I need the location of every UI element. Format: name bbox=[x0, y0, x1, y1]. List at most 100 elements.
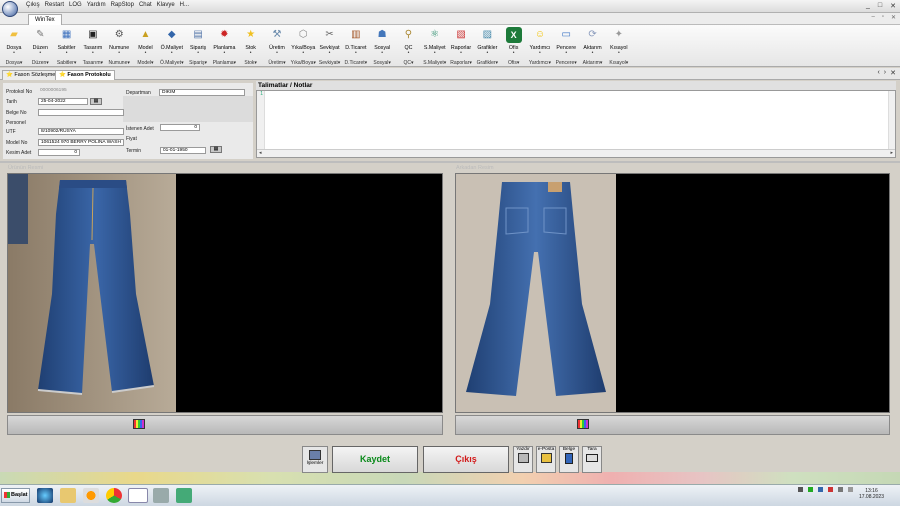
departman-field[interactable]: DİKİM bbox=[159, 89, 245, 96]
ribbon-button-0[interactable]: ▰ Dosya • Dosya▾ bbox=[2, 25, 26, 67]
ribbon-button-20[interactable]: ☺ Yardımcı • Yardımcı▾ bbox=[528, 25, 552, 67]
chrome-icon[interactable] bbox=[106, 488, 122, 503]
wintex-taskbar-icon[interactable] bbox=[128, 488, 148, 503]
clock[interactable]: 13:16 17.08.2023 bbox=[859, 488, 884, 500]
ribbon-button-4[interactable]: ⚙ Numune • Numune▾ bbox=[107, 25, 131, 67]
islemler-button[interactable]: İşlemler bbox=[302, 446, 328, 473]
ribbon-dropdown[interactable]: Sevkiyat▾ bbox=[319, 60, 340, 66]
explorer-icon[interactable] bbox=[60, 488, 76, 503]
ribbon-dropdown[interactable]: Stok▾ bbox=[244, 60, 257, 66]
ribbon-dropdown[interactable]: Yıka/Boya▾ bbox=[291, 60, 316, 66]
print-button[interactable]: Yazdır bbox=[513, 446, 533, 473]
model-no-field[interactable]: 1061524 970 BERRY POLINA WASH bbox=[38, 139, 124, 146]
ribbon-button-11[interactable]: ⬡ Yıka/Boya • Yıka/Boya▾ bbox=[291, 25, 316, 67]
notes-vertical-scrollbar[interactable] bbox=[888, 91, 895, 149]
volume-icon[interactable] bbox=[848, 487, 853, 492]
termin-calendar-icon[interactable]: ▦ bbox=[210, 146, 222, 153]
ribbon-button-13[interactable]: ▥ D.Ticaret • D.Ticaret▾ bbox=[344, 25, 368, 67]
ribbon-button-18[interactable]: ▨ Grafikler • Grafikler▾ bbox=[475, 25, 499, 67]
menu-item-4[interactable]: RapStop bbox=[111, 2, 134, 8]
window-tab-wintex[interactable]: WinTex bbox=[28, 14, 62, 25]
ribbon-dropdown[interactable]: Yardımcı▾ bbox=[529, 60, 551, 66]
ribbon-dropdown[interactable]: Dosya▾ bbox=[6, 60, 23, 66]
ribbon-dropdown[interactable]: Pencere▾ bbox=[556, 60, 577, 66]
utf-field[interactable]: 8/10902/RUSYA bbox=[38, 128, 124, 135]
app-logo-icon[interactable] bbox=[2, 1, 18, 17]
ribbon-button-3[interactable]: ▣ Tasarım • Tasarım▾ bbox=[81, 25, 105, 67]
ribbon-button-12[interactable]: ✂ Sevkiyat • Sevkiyat▾ bbox=[318, 25, 342, 67]
notes-textarea[interactable] bbox=[256, 90, 896, 158]
ribbon-button-15[interactable]: ⚲ QC • QC▾ bbox=[396, 25, 420, 67]
ribbon-dropdown[interactable]: QC▾ bbox=[403, 60, 413, 66]
ribbon-button-9[interactable]: ★ Stok • Stok▾ bbox=[239, 25, 263, 67]
ribbon-dropdown[interactable]: Kısayol▾ bbox=[609, 60, 628, 66]
menu-item-7[interactable]: H... bbox=[180, 2, 189, 8]
menu-item-6[interactable]: Klavye bbox=[157, 2, 175, 8]
ribbon-button-21[interactable]: ▭ Pencere • Pencere▾ bbox=[554, 25, 578, 67]
ribbon-button-14[interactable]: ☗ Sosyal • Sosyal▾ bbox=[370, 25, 394, 67]
belge-no-field[interactable] bbox=[38, 109, 124, 116]
ribbon-button-17[interactable]: ▧ Raporlar • Raporlar▾ bbox=[449, 25, 473, 67]
front-image-tv-icon[interactable] bbox=[133, 419, 145, 429]
ribbon-button-6[interactable]: ◆ Ö.Maliyet • Ö.Maliyet▾ bbox=[160, 25, 184, 67]
ribbon-button-16[interactable]: ⚛ S.Maliyet • S.Maliyet▾ bbox=[423, 25, 447, 67]
ribbon-dropdown[interactable]: Grafikler▾ bbox=[477, 60, 498, 66]
ribbon-dropdown[interactable]: Tasarım▾ bbox=[83, 60, 103, 66]
tab-fason-protokolu[interactable]: ⭐ Fason Protokolu bbox=[55, 70, 115, 80]
tray-icon-2[interactable] bbox=[808, 487, 813, 492]
tab-prev-icon[interactable]: ‹ bbox=[877, 69, 879, 77]
ribbon-dropdown[interactable]: Sipariş▾ bbox=[189, 60, 207, 66]
ribbon-dropdown[interactable]: Sosyal▾ bbox=[373, 60, 391, 66]
ribbon-button-22[interactable]: ⟳ Aktarım • Aktarım▾ bbox=[581, 25, 605, 67]
media-player-icon[interactable] bbox=[83, 488, 99, 503]
tab-close-icon[interactable]: ✕ bbox=[890, 69, 896, 77]
ribbon-button-19[interactable]: X Ofis • Ofis▾ bbox=[502, 25, 526, 67]
ribbon-button-10[interactable]: ⚒ Üretim • Üretim▾ bbox=[265, 25, 289, 67]
remote-icon[interactable] bbox=[153, 488, 169, 503]
ribbon-dropdown[interactable]: S.Maliyet▾ bbox=[423, 60, 446, 66]
ribbon-button-1[interactable]: ✎ Düzen • Düzen▾ bbox=[28, 25, 52, 67]
ribbon-button-2[interactable]: ▦ Sabitler • Sabitler▾ bbox=[55, 25, 79, 67]
menu-item-3[interactable]: Yardım bbox=[87, 2, 106, 8]
start-button[interactable]: Başlat bbox=[1, 488, 30, 503]
back-image-tv-icon[interactable] bbox=[577, 419, 589, 429]
ribbon-dropdown[interactable]: Düzen▾ bbox=[32, 60, 49, 66]
tray-icon-3[interactable] bbox=[818, 487, 823, 492]
menu-item-0[interactable]: Çıkış bbox=[26, 2, 40, 8]
ribbon-button-23[interactable]: ✦ Kısayol • Kısayol▾ bbox=[607, 25, 631, 67]
splitter[interactable] bbox=[0, 161, 900, 163]
close-button[interactable]: ✕ bbox=[890, 2, 896, 10]
exit-button[interactable]: Çıkış bbox=[423, 446, 509, 473]
tray-icon-1[interactable] bbox=[798, 487, 803, 492]
kesim-adet-field[interactable]: 0 bbox=[38, 149, 80, 156]
ribbon-dropdown[interactable]: Üretim▾ bbox=[268, 60, 285, 66]
ribbon-button-8[interactable]: ✹ Planlama • Planlama▾ bbox=[212, 25, 236, 67]
minimize-button[interactable]: _ bbox=[866, 2, 870, 10]
ribbon-dropdown[interactable]: Model▾ bbox=[137, 60, 153, 66]
document-button[interactable]: Belge bbox=[559, 446, 579, 473]
save-button[interactable]: Kaydet bbox=[332, 446, 418, 473]
menu-item-5[interactable]: Chat bbox=[139, 2, 152, 8]
ribbon-dropdown[interactable]: Ofis▾ bbox=[508, 60, 519, 66]
scan-button[interactable]: Tara bbox=[582, 446, 602, 473]
menu-item-1[interactable]: Restart bbox=[45, 2, 64, 8]
ribbon-dropdown[interactable]: Raporlar▾ bbox=[450, 60, 472, 66]
ribbon-dropdown[interactable]: D.Ticaret▾ bbox=[345, 60, 368, 66]
ribbon-button-5[interactable]: ▲ Model • Model▾ bbox=[133, 25, 157, 67]
ribbon-dropdown[interactable]: Planlama▾ bbox=[213, 60, 236, 66]
tarih-calendar-icon[interactable]: ▦ bbox=[90, 98, 102, 105]
tarih-field[interactable]: 25-04-2022 bbox=[38, 98, 88, 105]
email-button[interactable]: e-Posta bbox=[536, 446, 556, 473]
tray-icon-4[interactable] bbox=[828, 487, 833, 492]
ie-icon[interactable] bbox=[37, 488, 53, 503]
menu-item-2[interactable]: LOG bbox=[69, 2, 82, 8]
ribbon-dropdown[interactable]: Aktarım▾ bbox=[583, 60, 603, 66]
notes-horizontal-scrollbar[interactable]: ◂ ▸ bbox=[257, 149, 895, 157]
termin-field[interactable]: 01-01-1950 bbox=[160, 147, 206, 154]
ribbon-dropdown[interactable]: Ö.Maliyet▾ bbox=[160, 60, 184, 66]
ribbon-button-7[interactable]: ▤ Sipariş • Sipariş▾ bbox=[186, 25, 210, 67]
ribbon-dropdown[interactable]: Numune▾ bbox=[108, 60, 129, 66]
tab-next-icon[interactable]: › bbox=[884, 69, 886, 77]
istenen-adet-field[interactable]: 0 bbox=[160, 124, 200, 131]
network-icon[interactable] bbox=[838, 487, 843, 492]
